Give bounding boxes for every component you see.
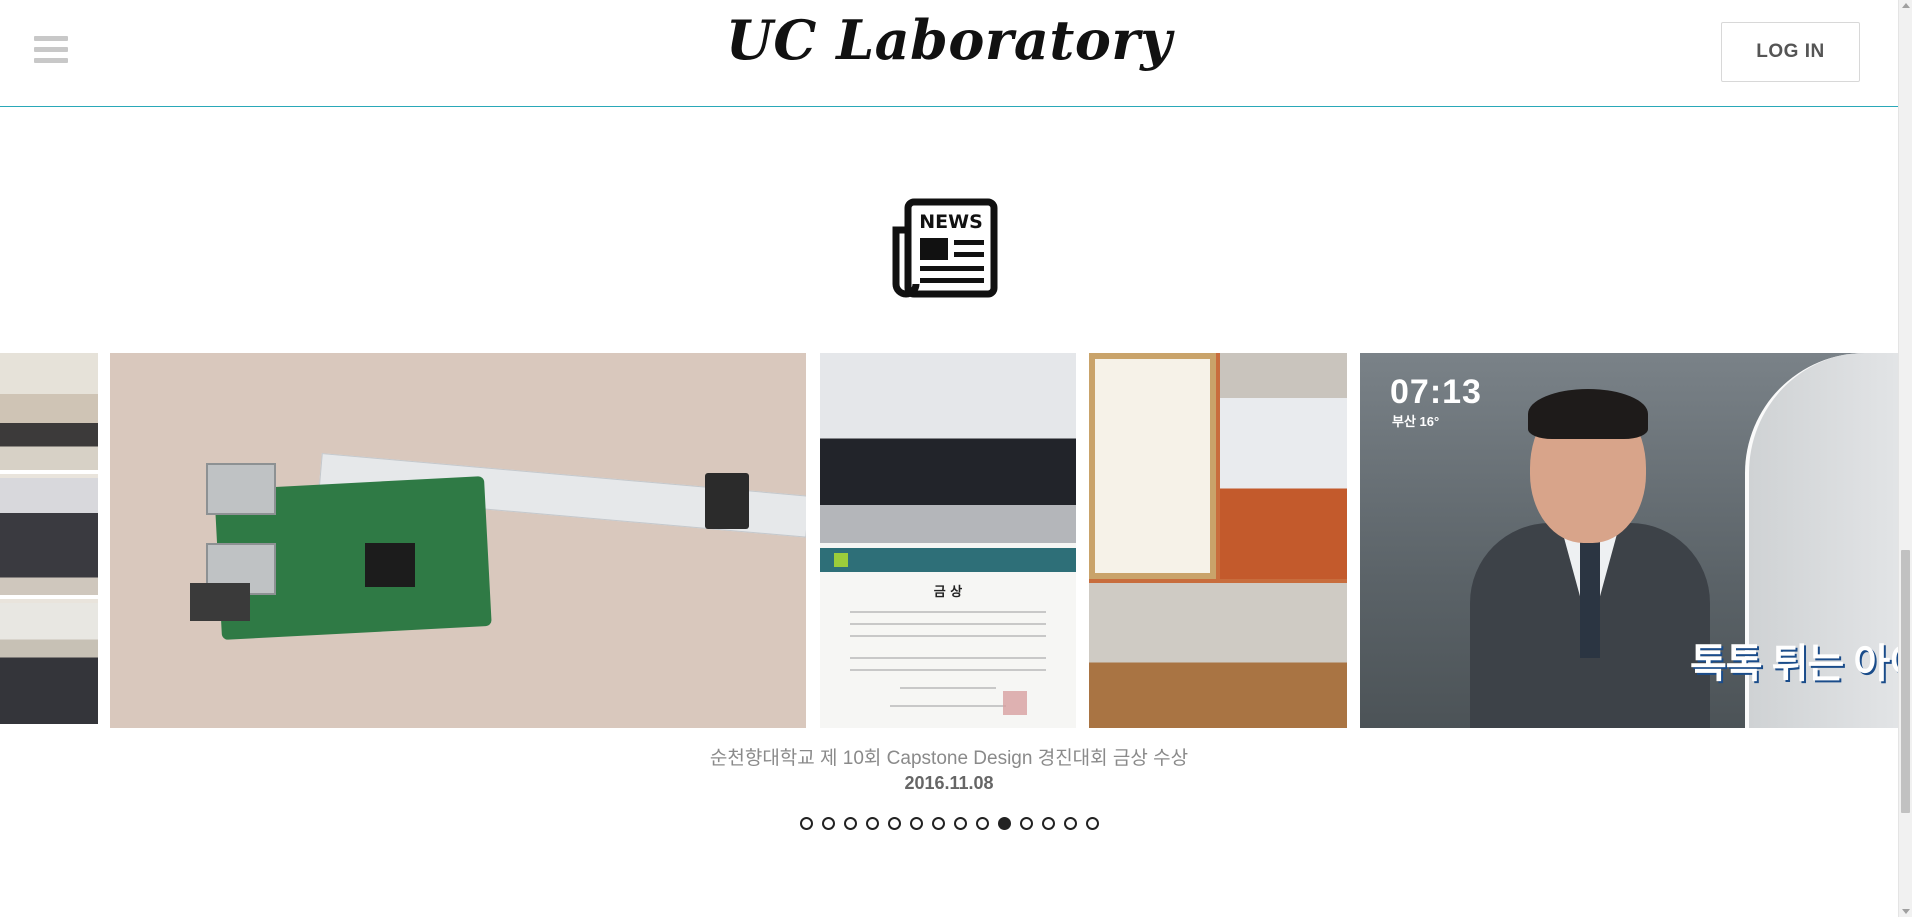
scroll-down-arrow-icon[interactable]: [1902, 909, 1910, 914]
news-carousel[interactable]: 금 상 07:13 부산 16° 톡톡 튀는 아: [0, 353, 1898, 728]
site-header: UC Laboratory LOG IN: [0, 0, 1898, 107]
slide-news-broadcast[interactable]: 07:13 부산 16° 톡톡 튀는 아이디: [1360, 353, 1898, 728]
carousel-dot[interactable]: [799, 817, 813, 830]
carousel-dot[interactable]: [909, 817, 923, 830]
carousel-dot[interactable]: [843, 817, 857, 830]
news-anchor: [1470, 389, 1710, 728]
group-photo: [820, 353, 1076, 543]
vertical-scrollbar[interactable]: [1898, 0, 1912, 917]
carousel-dot[interactable]: [1041, 817, 1055, 830]
slide-capstone-certificate[interactable]: 금 상: [820, 353, 1076, 728]
slide-ceremony-collage[interactable]: [0, 353, 98, 728]
ceremony-photo: [0, 603, 98, 728]
poster-session-photo: [1220, 353, 1347, 579]
news-icon-label: NEWS: [919, 211, 983, 233]
carousel-dot[interactable]: [865, 817, 879, 830]
carousel-dot[interactable]: [1019, 817, 1033, 830]
slide-award-collage[interactable]: [1089, 353, 1347, 728]
carousel-dot[interactable]: [1085, 817, 1099, 830]
processor-chip: [365, 543, 415, 587]
certificate-banner: [820, 548, 1076, 572]
broadcast-weather: 부산 16°: [1392, 414, 1440, 429]
carousel-dot[interactable]: [821, 817, 835, 830]
newspaper-icon: NEWS: [892, 198, 998, 298]
slide-date: 2016.11.08: [904, 773, 994, 793]
ceremony-photo: [0, 353, 98, 474]
scroll-up-arrow-icon[interactable]: [1902, 3, 1910, 8]
ceremony-photo: [0, 478, 98, 599]
award-document: [1089, 353, 1216, 579]
seal-stamp: [1003, 691, 1027, 715]
carousel-dot[interactable]: [1063, 817, 1077, 830]
broadcast-caption: 톡톡 튀는 아이디: [1690, 642, 1898, 686]
site-logo[interactable]: UC Laboratory: [0, 8, 1898, 72]
carousel-dot[interactable]: [931, 817, 945, 830]
broadcast-time: 07:13: [1390, 373, 1482, 411]
scrollbar-thumb[interactable]: [1901, 550, 1910, 813]
carousel-pagination: [0, 817, 1898, 830]
carousel-dot[interactable]: [887, 817, 901, 830]
page: UC Laboratory LOG IN NEWS 금 상 07:13 부산 1…: [0, 0, 1912, 917]
certificate-title: 금 상: [933, 585, 963, 600]
stage-photo: [1089, 583, 1347, 728]
slide-raspberry-pi[interactable]: [110, 353, 806, 728]
usb-port: [206, 463, 276, 515]
slide-caption: 순천향대학교 제 10회 Capstone Design 경진대회 금상 수상: [709, 748, 1189, 769]
camera-module: [705, 473, 749, 529]
carousel-dot[interactable]: [997, 817, 1011, 830]
carousel-dot[interactable]: [953, 817, 967, 830]
login-button[interactable]: LOG IN: [1721, 22, 1860, 82]
usb-dongle: [190, 583, 250, 621]
carousel-dot[interactable]: [975, 817, 989, 830]
